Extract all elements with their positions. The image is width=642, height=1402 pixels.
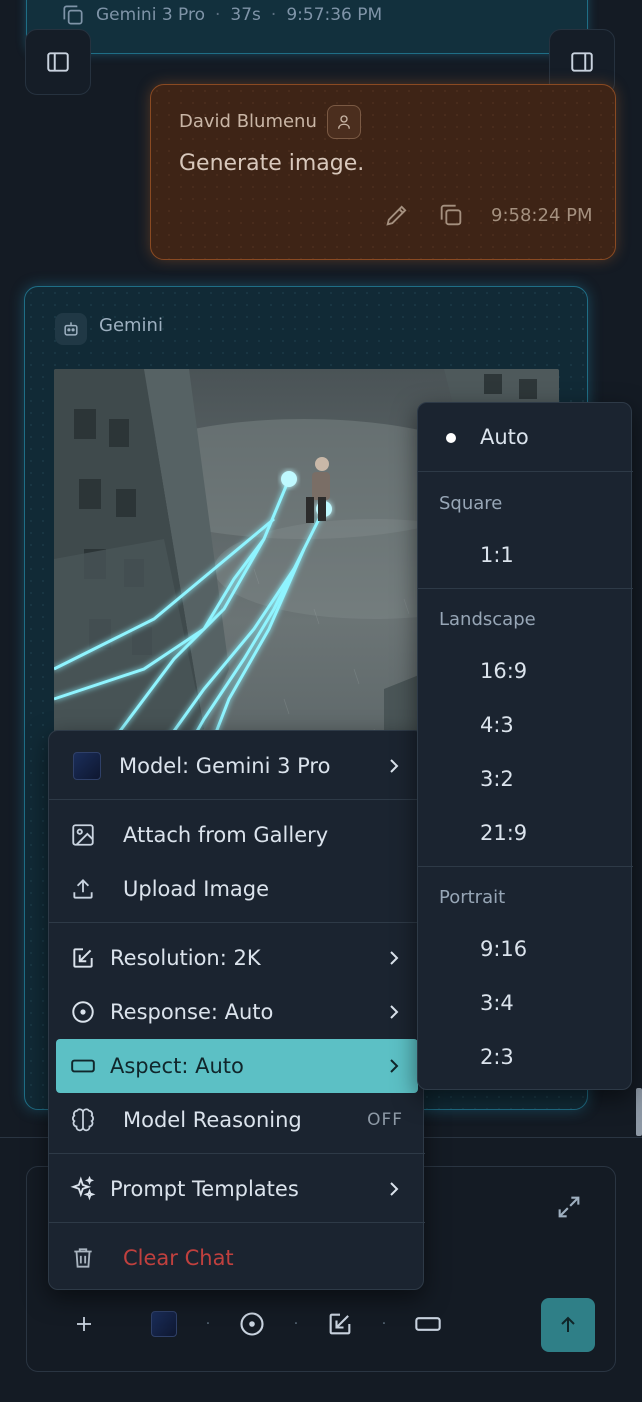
aspect-option-1-1[interactable]: 1:1 bbox=[480, 543, 514, 567]
menu-item-attach-gallery[interactable]: Attach from Gallery bbox=[49, 808, 425, 862]
user-name: David Blumenu bbox=[179, 111, 317, 132]
aspect-option-2-3[interactable]: 2:3 bbox=[480, 1045, 514, 1069]
menu-item-model-reasoning[interactable]: Model Reasoning OFF bbox=[49, 1093, 425, 1147]
copy-icon[interactable] bbox=[60, 2, 86, 28]
menu-item-model-label: Model: Gemini 3 Pro bbox=[119, 754, 331, 778]
resolution-button[interactable] bbox=[317, 1301, 363, 1347]
copy-icon[interactable] bbox=[437, 201, 465, 229]
expand-icon[interactable] bbox=[555, 1193, 583, 1221]
scrollbar-thumb[interactable] bbox=[636, 1088, 642, 1136]
chevron-right-icon bbox=[387, 739, 401, 793]
image-icon bbox=[69, 821, 97, 849]
user-icon bbox=[327, 105, 361, 139]
chevron-right-icon bbox=[387, 1039, 401, 1093]
separator-dot: · bbox=[381, 1316, 387, 1332]
send-button[interactable] bbox=[541, 1298, 595, 1352]
aspect-option-auto[interactable]: Auto bbox=[480, 425, 529, 449]
aspect-group-square: Square bbox=[439, 493, 503, 514]
submenu-divider bbox=[418, 471, 633, 472]
sidebar-left-icon bbox=[45, 49, 71, 75]
aspect-option-4-3[interactable]: 4:3 bbox=[480, 713, 514, 737]
rectangle-icon bbox=[69, 1052, 97, 1080]
aspect-group-portrait: Portrait bbox=[439, 887, 506, 908]
chevron-right-icon bbox=[387, 985, 401, 1039]
model-thumbnail bbox=[151, 1311, 177, 1337]
chevron-right-icon bbox=[387, 931, 401, 985]
pencil-icon[interactable] bbox=[383, 201, 411, 229]
menu-item-aspect[interactable]: Aspect: Auto bbox=[56, 1039, 418, 1093]
aspect-option-3-2[interactable]: 3:2 bbox=[480, 767, 514, 791]
aspect-option-9-16[interactable]: 9:16 bbox=[480, 937, 527, 961]
robot-icon bbox=[55, 313, 87, 345]
model-thumbnail bbox=[73, 752, 101, 780]
resize-icon bbox=[69, 944, 97, 972]
menu-divider bbox=[49, 1153, 425, 1154]
user-message-text: Generate image. bbox=[179, 151, 365, 176]
plus-icon bbox=[72, 1312, 96, 1336]
previous-time: 9:57:36 PM bbox=[286, 5, 383, 25]
aspect-group-landscape: Landscape bbox=[439, 609, 536, 630]
sidebar-right-icon bbox=[569, 49, 595, 75]
menu-divider bbox=[49, 1222, 425, 1223]
menu-item-model-reasoning-label: Model Reasoning bbox=[123, 1108, 302, 1132]
menu-item-prompt-templates-label: Prompt Templates bbox=[110, 1177, 299, 1201]
menu-item-upload-image[interactable]: Upload Image bbox=[49, 862, 425, 916]
user-message-card: David Blumenu Generate image. 9:58:24 PM bbox=[150, 84, 616, 260]
target-icon bbox=[69, 998, 97, 1026]
upload-icon bbox=[69, 875, 97, 903]
menu-item-resolution-label: Resolution: 2K bbox=[110, 946, 261, 970]
menu-item-clear-chat-label: Clear Chat bbox=[123, 1246, 234, 1270]
menu-item-upload-image-label: Upload Image bbox=[123, 877, 270, 901]
model-selector-button[interactable] bbox=[141, 1301, 187, 1347]
response-button[interactable] bbox=[229, 1301, 275, 1347]
brain-icon bbox=[69, 1106, 97, 1134]
menu-item-response[interactable]: Response: Auto bbox=[49, 985, 425, 1039]
menu-item-model[interactable]: Model: Gemini 3 Pro bbox=[49, 739, 425, 793]
trash-icon bbox=[69, 1244, 97, 1272]
options-menu: Model: Gemini 3 Pro Attach from Gallery … bbox=[48, 730, 425, 1290]
model-name: Gemini bbox=[99, 315, 163, 336]
target-icon bbox=[238, 1310, 266, 1338]
rectangle-icon bbox=[414, 1310, 442, 1338]
menu-item-prompt-templates[interactable]: Prompt Templates bbox=[49, 1162, 425, 1216]
menu-item-clear-chat[interactable]: Clear Chat bbox=[49, 1231, 425, 1285]
selected-indicator bbox=[446, 433, 456, 443]
aspect-option-16-9[interactable]: 16:9 bbox=[480, 659, 527, 683]
aspect-submenu: Auto Square 1:1 Landscape 16:9 4:3 3:2 2… bbox=[417, 402, 633, 1090]
submenu-divider bbox=[418, 866, 633, 867]
previous-message-meta: Gemini 3 Pro · 37s · 9:57:36 PM bbox=[60, 2, 382, 28]
separator-dot: · bbox=[215, 5, 221, 25]
menu-divider bbox=[49, 799, 425, 800]
add-button[interactable] bbox=[61, 1301, 107, 1347]
chevron-right-icon bbox=[387, 1162, 401, 1216]
left-panel-button[interactable] bbox=[25, 29, 91, 95]
user-message-time: 9:58:24 PM bbox=[491, 204, 593, 226]
separator-dot: · bbox=[205, 1316, 211, 1332]
resize-icon bbox=[326, 1310, 354, 1338]
menu-item-resolution[interactable]: Resolution: 2K bbox=[49, 931, 425, 985]
separator-dot: · bbox=[270, 5, 277, 25]
aspect-option-3-4[interactable]: 3:4 bbox=[480, 991, 514, 1015]
menu-item-attach-gallery-label: Attach from Gallery bbox=[123, 823, 329, 847]
menu-divider bbox=[49, 922, 425, 923]
sparkles-icon bbox=[69, 1175, 97, 1203]
aspect-button[interactable] bbox=[405, 1301, 451, 1347]
aspect-option-21-9[interactable]: 21:9 bbox=[480, 821, 527, 845]
previous-model-name: Gemini 3 Pro bbox=[96, 5, 206, 25]
user-message-actions: 9:58:24 PM bbox=[383, 201, 593, 229]
composer-toolbar: · · · bbox=[61, 1299, 451, 1349]
arrow-up-icon bbox=[556, 1313, 580, 1337]
submenu-divider bbox=[418, 588, 633, 589]
separator-dot: · bbox=[293, 1316, 299, 1332]
menu-item-response-label: Response: Auto bbox=[110, 1000, 274, 1024]
previous-duration: 37s bbox=[230, 5, 261, 25]
menu-item-aspect-label: Aspect: Auto bbox=[110, 1054, 244, 1078]
reasoning-state: OFF bbox=[367, 1110, 403, 1130]
